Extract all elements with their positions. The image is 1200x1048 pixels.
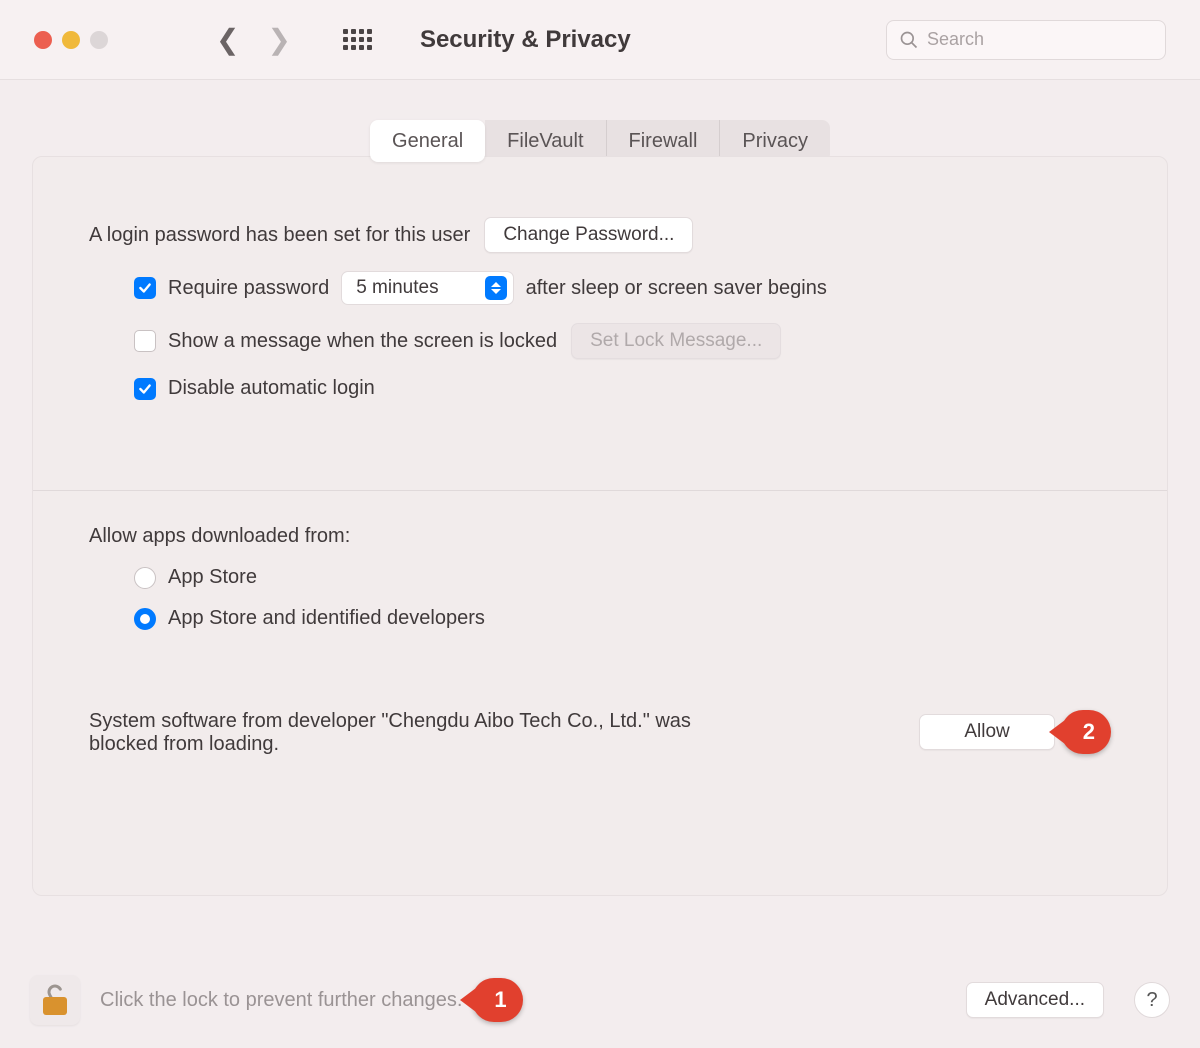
lock-text: Click the lock to prevent further change… [100,989,462,1012]
require-password-row: Require password 5 minutes after sleep o… [89,271,1111,305]
nav-arrows: ❮ ❯ [216,26,291,54]
blocked-software-row: System software from developer "Chengdu … [89,710,1111,756]
back-button[interactable]: ❮ [216,26,239,54]
delay-value: 5 minutes [356,277,438,299]
login-password-row: A login password has been set for this u… [89,217,1111,253]
show-all-icon[interactable] [343,29,372,50]
annotation-1: 1 [472,978,522,1022]
radio-app-store-label: App Store [168,566,257,589]
allow-apps-label: Allow apps downloaded from: [89,525,1111,548]
require-password-delay-select[interactable]: 5 minutes [341,271,513,305]
zoom-window-button [90,31,108,49]
forward-button: ❯ [267,26,290,54]
show-message-checkbox[interactable] [134,330,156,352]
advanced-button[interactable]: Advanced... [966,982,1104,1018]
radio-identified-row: App Store and identified developers [89,607,1111,630]
unlock-icon [40,983,70,1017]
stepper-icon [485,276,507,300]
radio-identified-label: App Store and identified developers [168,607,485,630]
search-field[interactable] [886,20,1166,60]
change-password-button[interactable]: Change Password... [484,217,693,253]
help-button[interactable]: ? [1134,982,1170,1018]
blocked-software-text: System software from developer "Chengdu … [89,710,729,756]
window-controls [34,31,108,49]
allow-button[interactable]: Allow [919,714,1054,750]
lock-button[interactable] [30,975,80,1025]
toolbar: ❮ ❯ Security & Privacy [0,0,1200,80]
require-password-prefix: Require password [168,277,329,300]
divider [33,490,1167,491]
radio-identified-developers[interactable] [134,608,156,630]
set-lock-message-button: Set Lock Message... [571,323,781,359]
show-message-row: Show a message when the screen is locked… [89,323,1111,359]
general-panel: A login password has been set for this u… [32,156,1168,896]
radio-app-store[interactable] [134,567,156,589]
disable-auto-login-row: Disable automatic login [89,377,1111,400]
minimize-window-button[interactable] [62,31,80,49]
radio-app-store-row: App Store [89,566,1111,589]
show-message-label: Show a message when the screen is locked [168,330,557,353]
require-password-suffix: after sleep or screen saver begins [526,277,827,300]
login-password-text: A login password has been set for this u… [89,224,470,247]
footer: Click the lock to prevent further change… [0,952,1200,1048]
search-input[interactable] [927,29,1153,50]
require-password-checkbox[interactable] [134,277,156,299]
disable-auto-login-label: Disable automatic login [168,377,375,400]
window-title: Security & Privacy [420,26,868,54]
disable-auto-login-checkbox[interactable] [134,378,156,400]
search-icon [899,30,919,50]
annotation-2: 2 [1061,710,1111,754]
close-window-button[interactable] [34,31,52,49]
tab-general[interactable]: General [370,120,485,162]
